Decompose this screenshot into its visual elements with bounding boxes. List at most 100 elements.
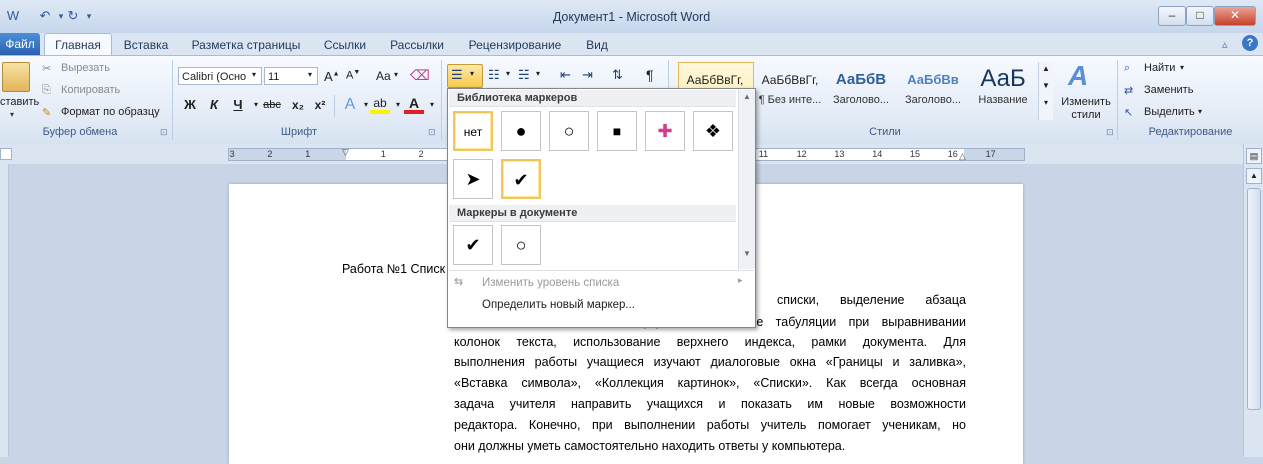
decrease-indent-icon[interactable]: ⇤: [560, 67, 571, 83]
change-list-level-item[interactable]: Изменить уровень списка: [482, 273, 619, 293]
change-case-button[interactable]: Aa: [376, 69, 391, 83]
italic-button[interactable]: К: [204, 96, 224, 114]
styles-gallery-scroll[interactable]: ▲ ▼ ▾: [1038, 62, 1053, 120]
document-heading[interactable]: Работа №1 Списк: [342, 262, 462, 276]
find-button[interactable]: Найти: [1144, 62, 1175, 74]
numbering-dropdown-icon[interactable]: ▾: [506, 69, 510, 78]
bullet-filled-circle[interactable]: ●: [501, 111, 541, 151]
highlight-icon[interactable]: ab: [370, 96, 390, 114]
doc-bullet-checkmark[interactable]: ✔: [453, 225, 493, 265]
bullet-hollow-circle[interactable]: ○: [549, 111, 589, 151]
replace-button[interactable]: Заменить: [1144, 84, 1193, 96]
dropdown-divider: [449, 270, 754, 271]
ruler-toggle-icon[interactable]: ▤: [1246, 148, 1262, 164]
font-color-icon[interactable]: A: [404, 96, 424, 114]
document-line[interactable]: выполнения работы учащиеся изучают диало…: [454, 355, 966, 369]
show-marks-icon[interactable]: ¶: [646, 67, 654, 83]
styles-up-icon[interactable]: ▲: [1039, 64, 1053, 73]
dropdown-scrollbar[interactable]: ▲ ▼: [738, 90, 755, 269]
bullet-arrow[interactable]: ➤: [453, 159, 493, 199]
font-name-dropdown-icon[interactable]: ▾: [252, 70, 256, 79]
font-size-dropdown-icon[interactable]: ▾: [308, 70, 312, 79]
superscript-button[interactable]: x²: [310, 96, 330, 114]
grow-font-icon[interactable]: A▲: [324, 69, 340, 84]
dropdown-scroll-down-icon[interactable]: ▼: [739, 249, 755, 258]
change-level-icon: ⇆: [454, 276, 464, 288]
shrink-font-icon[interactable]: A▼: [346, 69, 360, 82]
style-no-spacing[interactable]: АаБбВвГг, ¶ Без инте...: [754, 62, 826, 118]
style-title[interactable]: АаБ Название: [968, 62, 1038, 118]
vertical-scrollbar[interactable]: ▤ ▲: [1243, 144, 1263, 457]
tab-insert[interactable]: Вставка: [118, 36, 174, 54]
font-launcher-icon[interactable]: ⊡: [428, 127, 436, 138]
multilevel-dropdown-icon[interactable]: ▾: [536, 69, 540, 78]
document-line[interactable]: «Вставка символа», «Коллекция картинок»,…: [454, 376, 966, 390]
tab-home[interactable]: Главная: [44, 33, 112, 56]
minimize-button[interactable]: –: [1158, 6, 1186, 26]
select-dropdown-icon[interactable]: ▾: [1198, 107, 1202, 116]
multilevel-list-icon[interactable]: ☵: [518, 67, 530, 83]
bullet-checkmark[interactable]: ✔: [501, 159, 541, 199]
bold-button[interactable]: Ж: [180, 96, 200, 114]
close-button[interactable]: ✕: [1214, 6, 1256, 26]
change-styles-label-1[interactable]: Изменить: [1058, 96, 1114, 108]
paste-icon[interactable]: [2, 62, 30, 92]
underline-button[interactable]: Ч: [228, 96, 248, 114]
copy-icon: ⎘: [42, 84, 51, 96]
tab-view[interactable]: Вид: [580, 36, 614, 54]
change-case-dropdown-icon[interactable]: ▾: [394, 70, 398, 79]
vertical-ruler: [0, 164, 9, 457]
doc-bullet-circle[interactable]: ○: [501, 225, 541, 265]
format-painter-button[interactable]: Формат по образцу: [61, 106, 160, 118]
tab-references[interactable]: Ссылки: [318, 36, 372, 54]
style-heading1[interactable]: АаБбВ Заголово...: [826, 62, 896, 118]
cut-button[interactable]: Вырезать: [61, 62, 110, 74]
first-line-indent-marker[interactable]: ▽: [342, 147, 349, 158]
paste-button-label[interactable]: ставить: [0, 96, 39, 108]
select-button[interactable]: Выделить: [1144, 106, 1195, 118]
bullets-dropdown-icon[interactable]: ▾: [470, 69, 474, 78]
tab-review[interactable]: Рецензирование: [462, 36, 568, 54]
ribbon-collapse-icon[interactable]: ▵: [1222, 38, 1228, 51]
tab-selector-icon[interactable]: [0, 148, 12, 160]
font-name-combo[interactable]: Calibri (Осно: [178, 67, 262, 85]
font-color-dropdown-icon[interactable]: ▾: [422, 96, 442, 114]
styles-down-icon[interactable]: ▼: [1039, 81, 1053, 90]
scroll-thumb[interactable]: [1247, 188, 1261, 410]
bullet-cross[interactable]: ✚: [645, 111, 685, 151]
help-icon[interactable]: ?: [1242, 35, 1258, 51]
bullet-diamond[interactable]: ❖: [693, 111, 733, 151]
subscript-button[interactable]: x₂: [288, 96, 308, 114]
copy-button[interactable]: Копировать: [61, 84, 120, 96]
document-line[interactable]: они должны уметь самостоятельно находить…: [454, 439, 966, 453]
document-line[interactable]: нты: списки, выделение абзаца: [731, 293, 966, 307]
cut-icon: ✂: [42, 63, 52, 75]
sort-icon[interactable]: ⇅: [612, 67, 623, 83]
ruler-number: 3: [229, 149, 235, 159]
tab-page-layout[interactable]: Разметка страницы: [186, 36, 306, 54]
clipboard-launcher-icon[interactable]: ⊡: [160, 127, 168, 138]
change-styles-icon[interactable]: A: [1068, 60, 1088, 92]
document-line[interactable]: редактора. Конечно, при выполнении работ…: [454, 418, 966, 432]
define-new-bullet-item[interactable]: Определить новый маркер...: [482, 295, 635, 315]
style-heading2[interactable]: АаБбВв Заголово...: [898, 62, 968, 118]
dropdown-scroll-up-icon[interactable]: ▲: [739, 92, 755, 101]
document-line[interactable]: задача учителя направить учащихся и пока…: [454, 397, 966, 411]
increase-indent-icon[interactable]: ⇥: [582, 67, 593, 83]
change-styles-label-2[interactable]: стили: [1058, 109, 1114, 121]
find-dropdown-icon[interactable]: ▾: [1180, 63, 1184, 72]
scroll-up-icon[interactable]: ▲: [1246, 168, 1262, 184]
document-line[interactable]: колонок текста, использование верхнего и…: [454, 335, 966, 349]
maximize-button[interactable]: □: [1186, 6, 1214, 26]
tab-file[interactable]: Файл: [0, 33, 40, 55]
right-indent-marker[interactable]: △: [959, 151, 966, 162]
paste-dropdown-icon[interactable]: ▾: [10, 110, 14, 119]
strikethrough-button[interactable]: abc: [262, 96, 282, 114]
clear-formatting-icon[interactable]: ⌫: [410, 67, 430, 84]
bullet-square[interactable]: ■: [597, 111, 637, 151]
bullet-none[interactable]: нет: [453, 111, 493, 151]
styles-launcher-icon[interactable]: ⊡: [1106, 127, 1114, 138]
numbering-icon[interactable]: ☷: [488, 67, 500, 83]
styles-more-icon[interactable]: ▾: [1039, 98, 1053, 107]
tab-mailings[interactable]: Рассылки: [384, 36, 450, 54]
